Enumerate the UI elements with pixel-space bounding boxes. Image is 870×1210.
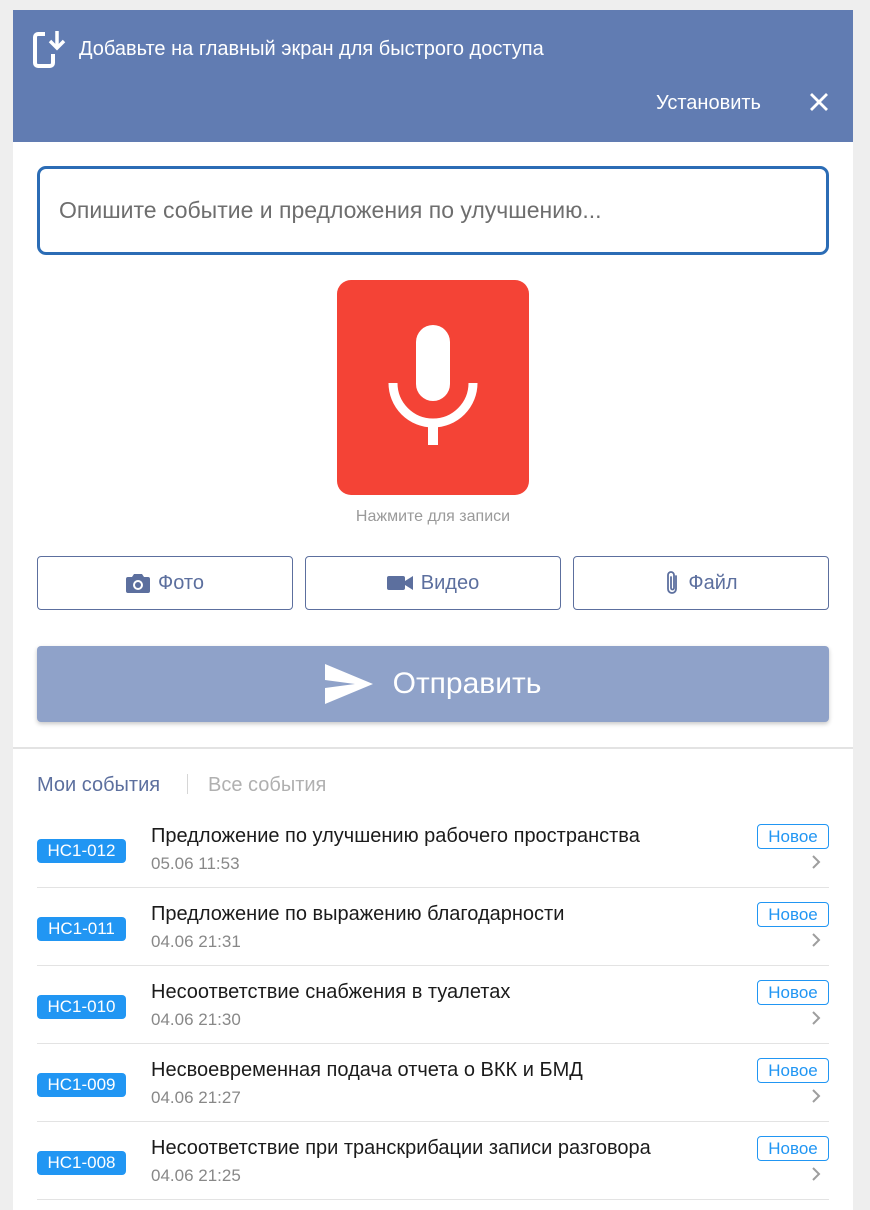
chevron-right-icon — [812, 855, 821, 869]
chevron-right-icon — [812, 933, 821, 947]
event-status-badge: Новое — [757, 902, 829, 927]
event-date: 04.06 21:27 — [151, 1088, 241, 1107]
chevron-right-icon — [812, 1089, 821, 1103]
attach-photo-button[interactable]: Фото — [37, 556, 293, 610]
microphone-icon — [388, 325, 478, 445]
attach-photo-label: Фото — [158, 571, 204, 594]
event-title: Предложение по выражению благодарности — [151, 903, 565, 925]
attach-video-label: Видео — [420, 571, 480, 594]
tab-all-events[interactable]: Все события — [208, 773, 326, 797]
attach-file-button[interactable]: Файл — [573, 556, 829, 610]
event-date: 05.06 11:53 — [151, 854, 240, 873]
chevron-right-icon — [812, 1011, 821, 1025]
event-title: Несоответствие снабжения в туалетах — [151, 981, 511, 1003]
event-status-badge: Новое — [757, 824, 829, 849]
send-button[interactable]: Отправить — [37, 646, 829, 722]
event-code-badge: НС1-010 — [37, 995, 126, 1019]
chevron-right-icon — [812, 1167, 821, 1181]
tab-my-events[interactable]: Мои события — [37, 773, 160, 797]
event-title: Несвоевременная подача отчета о ВКК и БМ… — [151, 1059, 583, 1081]
install-button[interactable]: Установить — [656, 91, 761, 115]
event-row[interactable]: НС1-009 Несвоевременная подача отчета о … — [37, 1044, 829, 1122]
tab-separator — [187, 774, 188, 794]
event-status-badge: Новое — [757, 980, 829, 1005]
event-code-badge: НС1-008 — [37, 1151, 126, 1175]
attach-video-button[interactable]: Видео — [305, 556, 561, 610]
video-camera-icon — [386, 576, 413, 590]
event-title: Несоответствие при транскрибации записи … — [151, 1137, 651, 1159]
event-title: Предложение по улучшению рабочего простр… — [151, 825, 640, 847]
install-banner: Добавьте на главный экран для быстрого д… — [13, 10, 853, 142]
banner-message: Добавьте на главный экран для быстрого д… — [79, 38, 544, 60]
event-code-badge: НС1-012 — [37, 839, 126, 863]
event-date: 04.06 21:25 — [151, 1166, 241, 1185]
event-code-badge: НС1-011 — [37, 917, 126, 941]
event-row[interactable]: НС1-011 Предложение по выражению благода… — [37, 888, 829, 966]
event-code-badge: НС1-009 — [37, 1073, 126, 1097]
event-date: 04.06 21:30 — [151, 1010, 241, 1029]
event-row[interactable]: НС1-010 Несоответствие снабжения в туале… — [37, 966, 829, 1044]
close-icon[interactable] — [807, 90, 831, 114]
record-hint: Нажмите для записи — [355, 508, 511, 525]
event-status-badge: Новое — [757, 1058, 829, 1083]
section-divider — [13, 747, 853, 749]
event-row[interactable]: НС1-012 Предложение по улучшению рабочег… — [37, 810, 829, 888]
event-row[interactable]: НС1-008 Несоответствие при транскрибации… — [37, 1122, 829, 1200]
camera-icon — [126, 574, 151, 593]
add-to-home-icon — [33, 30, 67, 68]
app-window: Добавьте на главный экран для быстрого д… — [13, 10, 853, 1210]
event-date: 04.06 21:31 — [151, 932, 241, 951]
record-voice-button[interactable] — [337, 280, 529, 495]
paperclip-icon — [667, 571, 678, 594]
event-status-badge: Новое — [757, 1136, 829, 1161]
event-description-input[interactable] — [37, 166, 829, 255]
events-list: НС1-012 Предложение по улучшению рабочег… — [37, 810, 829, 1200]
send-label: Отправить — [392, 667, 542, 700]
attach-file-label: Файл — [688, 571, 738, 594]
send-icon — [324, 664, 373, 704]
